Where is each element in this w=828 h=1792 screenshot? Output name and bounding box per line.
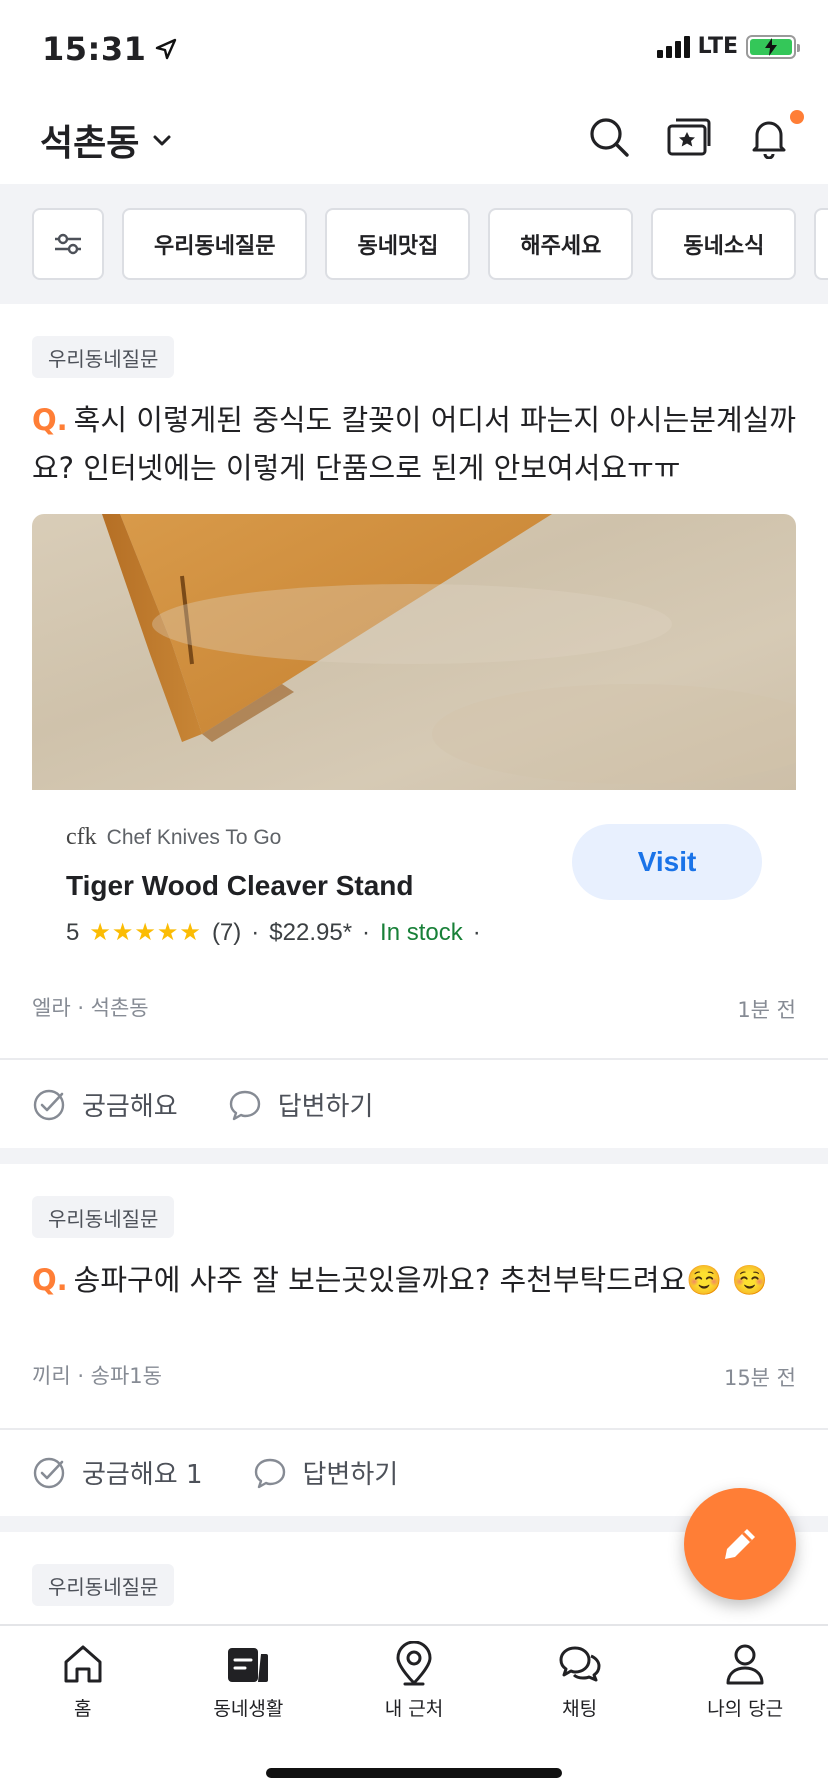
notifications-button[interactable] (746, 110, 804, 160)
product-meta: 5 ★★★★★ (7) · $22.95* · In stock · (66, 918, 481, 947)
nav-community[interactable]: 동네생활 (173, 1640, 323, 1721)
divider (0, 1428, 828, 1430)
question-text: 혹시 이렇게된 중식도 칼꽂이 어디서 파는지 아시는분계실까요? 인터넷에는 … (32, 403, 796, 485)
cleaver-stand-image (102, 514, 796, 784)
home-indicator[interactable] (266, 1768, 562, 1778)
answer-label: 답변하기 (277, 1092, 374, 1122)
chip-more[interactable] (814, 208, 828, 280)
nav-label: 나의 당근 (707, 1698, 784, 1720)
bell-icon (752, 121, 786, 159)
merchant-name: Chef Knives To Go (106, 825, 282, 849)
chip-local-news[interactable]: 동네소식 (651, 208, 797, 280)
answer-button[interactable]: 답변하기 (228, 1086, 374, 1123)
nav-label: 내 근처 (384, 1698, 444, 1720)
nav-label: 채팅 (562, 1698, 598, 1720)
filter-settings-button[interactable] (32, 208, 104, 280)
answer-button[interactable]: 답변하기 (253, 1454, 399, 1491)
product-title: Tiger Wood Cleaver Stand (66, 870, 414, 901)
bottom-navigation: 홈 동네생활 내 근처 채팅 나의 당근 (0, 1624, 828, 1792)
nav-my-profile[interactable]: 나의 당근 (670, 1640, 820, 1721)
chip-local-restaurants[interactable]: 동네맛집 (325, 208, 471, 280)
nav-chat[interactable]: 채팅 (505, 1640, 655, 1721)
home-icon (64, 1645, 102, 1683)
status-bar: 15:31 LTE (0, 0, 828, 100)
post-question: Q. 송파구에 사주 잘 보는곳있을까요? 추천부탁드려요☺️ ☺️ (32, 1256, 802, 1304)
chip-neighborhood-questions[interactable]: 우리동네질문 (122, 208, 308, 280)
chip-requests[interactable]: 해주세요 (488, 208, 634, 280)
post-author: 끼리 · 송파1동 (32, 1364, 162, 1388)
rating-value: 5 (66, 918, 80, 946)
review-count: (7) (211, 918, 242, 946)
post-question: Q. 혹시 이렇게된 중식도 칼꽂이 어디서 파는지 아시는분계실까요? 인터넷에… (32, 396, 802, 492)
merchant: cfk Chef Knives To Go (66, 824, 281, 851)
write-post-button[interactable] (684, 1488, 796, 1600)
status-time: 15:31 (42, 30, 178, 68)
header-actions (586, 110, 804, 160)
speech-bubble-icon (229, 1090, 260, 1120)
nav-nearby[interactable]: 내 근처 (339, 1640, 489, 1721)
question-prefix: Q. (32, 403, 68, 437)
product-price: $22.95* (269, 918, 353, 946)
post-actions: 궁금해요 답변하기 (32, 1086, 373, 1123)
chevron-down-icon (153, 135, 171, 146)
person-icon (726, 1644, 764, 1685)
question-prefix: Q. (32, 1263, 68, 1297)
visit-button[interactable]: Visit (572, 824, 762, 900)
nav-label: 동네생활 (213, 1698, 284, 1720)
check-circle-icon (33, 1457, 65, 1488)
post-separator (0, 1148, 828, 1164)
curious-button[interactable]: 궁금해요 (32, 1086, 178, 1123)
rating-stars-icon: ★★★★★ (89, 919, 202, 946)
post-time: 1분 전 (737, 998, 796, 1022)
post-topic-tag: 우리동네질문 (32, 1196, 175, 1238)
community-icon (228, 1648, 269, 1682)
location-label: 석촌동 (40, 123, 140, 164)
location-selector[interactable]: 석촌동 (40, 114, 173, 166)
star-cards-icon (667, 118, 711, 156)
location-arrow-icon (156, 38, 177, 60)
merchant-logo: cfk (66, 824, 97, 850)
topic-filter-bar: 우리동네질문 동네맛집 해주세요 동네소식 (0, 184, 828, 304)
chat-bubbles-icon (559, 1646, 601, 1682)
map-pin-icon (396, 1641, 432, 1686)
post-time: 15분 전 (723, 1366, 796, 1390)
search-button[interactable] (586, 114, 632, 160)
product-info: cfk Chef Knives To Go Tiger Wood Cleaver… (32, 790, 796, 954)
nav-label: 홈 (74, 1698, 92, 1720)
post-topic-tag: 우리동네질문 (32, 1564, 175, 1606)
curious-label: 궁금해요 (82, 1092, 178, 1122)
post-topic-tag: 우리동네질문 (32, 336, 175, 378)
pencil-icon (725, 1529, 755, 1559)
answer-label: 답변하기 (302, 1460, 399, 1490)
check-circle-icon (33, 1089, 65, 1120)
post-actions: 궁금해요 1 답변하기 (32, 1454, 398, 1491)
status-indicators: LTE (656, 34, 800, 59)
clock: 15:31 (42, 30, 147, 68)
post-card[interactable]: 우리동네질문 Q. 송파구에 사주 잘 보는곳있을까요? 추천부탁드려요☺️ ☺️… (0, 1164, 828, 1516)
product-photo (32, 514, 796, 790)
stock-status: In stock (380, 918, 463, 946)
network-label: LTE (697, 34, 738, 59)
notification-dot (790, 110, 804, 124)
question-text: 송파구에 사주 잘 보는곳있을까요? 추천부탁드려요☺️ ☺️ (73, 1263, 768, 1297)
post-author: 엘라 · 석촌동 (32, 996, 149, 1020)
curious-label: 궁금해요 1 (82, 1460, 203, 1490)
shopping-result-card[interactable]: cfk Chef Knives To Go Tiger Wood Cleaver… (32, 514, 796, 954)
signal-icon (656, 35, 690, 58)
app-header: 석촌동 (0, 100, 828, 184)
curious-button[interactable]: 궁금해요 1 (32, 1454, 203, 1491)
bookmark-topics-button[interactable] (666, 114, 712, 160)
nav-home[interactable]: 홈 (8, 1640, 158, 1721)
search-icon (590, 118, 629, 157)
sliders-icon (55, 233, 81, 255)
speech-bubble-icon (254, 1458, 285, 1488)
battery-icon (746, 34, 800, 59)
divider (0, 1058, 828, 1060)
